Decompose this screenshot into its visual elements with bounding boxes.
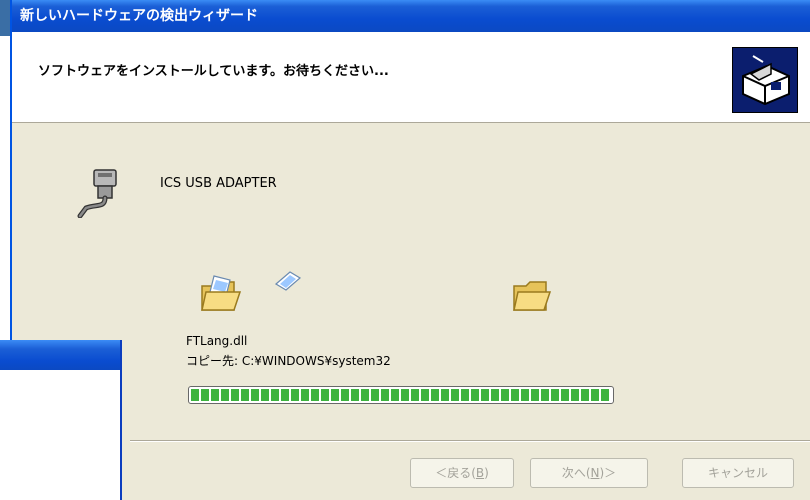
progress-fill <box>191 389 611 401</box>
copy-destination: コピー先: C:¥WINDOWS¥system32 <box>186 354 391 368</box>
header-title: ソフトウェアをインストールしています。お待ちください... <box>38 64 389 79</box>
wizard-title: 新しいハードウェアの検出ウィザード <box>20 8 258 24</box>
wizard-titlebar[interactable]: 新しいハードウェアの検出ウィザード <box>12 0 810 32</box>
next-button[interactable]: 次へ(N)＞ <box>530 458 648 488</box>
button-divider <box>130 440 810 442</box>
overlapping-dialog <box>0 340 122 500</box>
back-button[interactable]: ＜戻る(B) <box>410 458 514 488</box>
background-window-titlebar <box>0 0 10 36</box>
usb-cable-icon <box>77 169 117 218</box>
hardware-wizard-window: 新しいハードウェアの検出ウィザード ソフトウェアをインストールしています。お待ち… <box>10 0 810 500</box>
overlapping-dialog-titlebar[interactable] <box>0 340 120 370</box>
copying-file-name: FTLang.dll <box>186 334 248 348</box>
destination-folder-icon <box>513 281 552 311</box>
cancel-button[interactable]: キャンセル <box>682 458 794 488</box>
install-progress-bar <box>188 386 614 404</box>
wizard-header: ソフトウェアをインストールしています。お待ちください... <box>12 32 810 123</box>
flying-document-icon <box>274 271 302 291</box>
source-folder-icon <box>201 275 242 311</box>
device-name: ICS USB ADAPTER <box>160 176 277 191</box>
hardware-box-icon <box>732 47 798 113</box>
